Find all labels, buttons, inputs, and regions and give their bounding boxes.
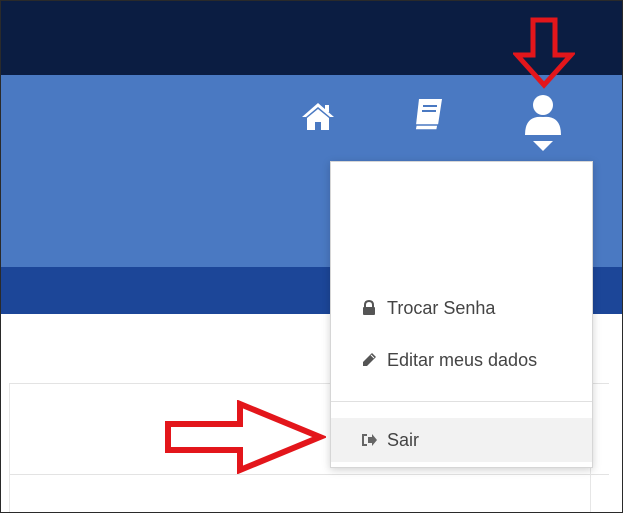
menu-item-edit-profile[interactable]: Editar meus dados bbox=[331, 340, 592, 380]
user-dropdown-menu: Trocar Senha Editar meus dados Sair bbox=[330, 161, 593, 468]
menu-item-change-password[interactable]: Trocar Senha bbox=[331, 288, 592, 328]
lock-icon bbox=[361, 299, 377, 316]
menu-item-label: Trocar Senha bbox=[387, 297, 496, 318]
sign-out-icon bbox=[361, 432, 377, 448]
pencil-icon bbox=[361, 352, 377, 368]
annotation-arrow-right-icon bbox=[165, 400, 326, 474]
menu-item-label: Editar meus dados bbox=[387, 349, 538, 370]
book-icon[interactable] bbox=[411, 97, 445, 133]
menu-item-label: Sair bbox=[387, 429, 420, 450]
home-icon[interactable] bbox=[301, 101, 335, 131]
user-icon bbox=[525, 95, 561, 151]
menu-item-logout[interactable]: Sair bbox=[331, 418, 592, 462]
app-frame: Trocar Senha Editar meus dados Sair bbox=[0, 0, 623, 513]
menu-divider bbox=[331, 401, 592, 402]
user-menu-toggle[interactable] bbox=[523, 93, 563, 155]
content-border bbox=[9, 384, 10, 512]
content-divider bbox=[9, 474, 609, 475]
annotation-arrow-down-icon bbox=[513, 17, 575, 89]
caret-down-icon bbox=[533, 141, 553, 151]
